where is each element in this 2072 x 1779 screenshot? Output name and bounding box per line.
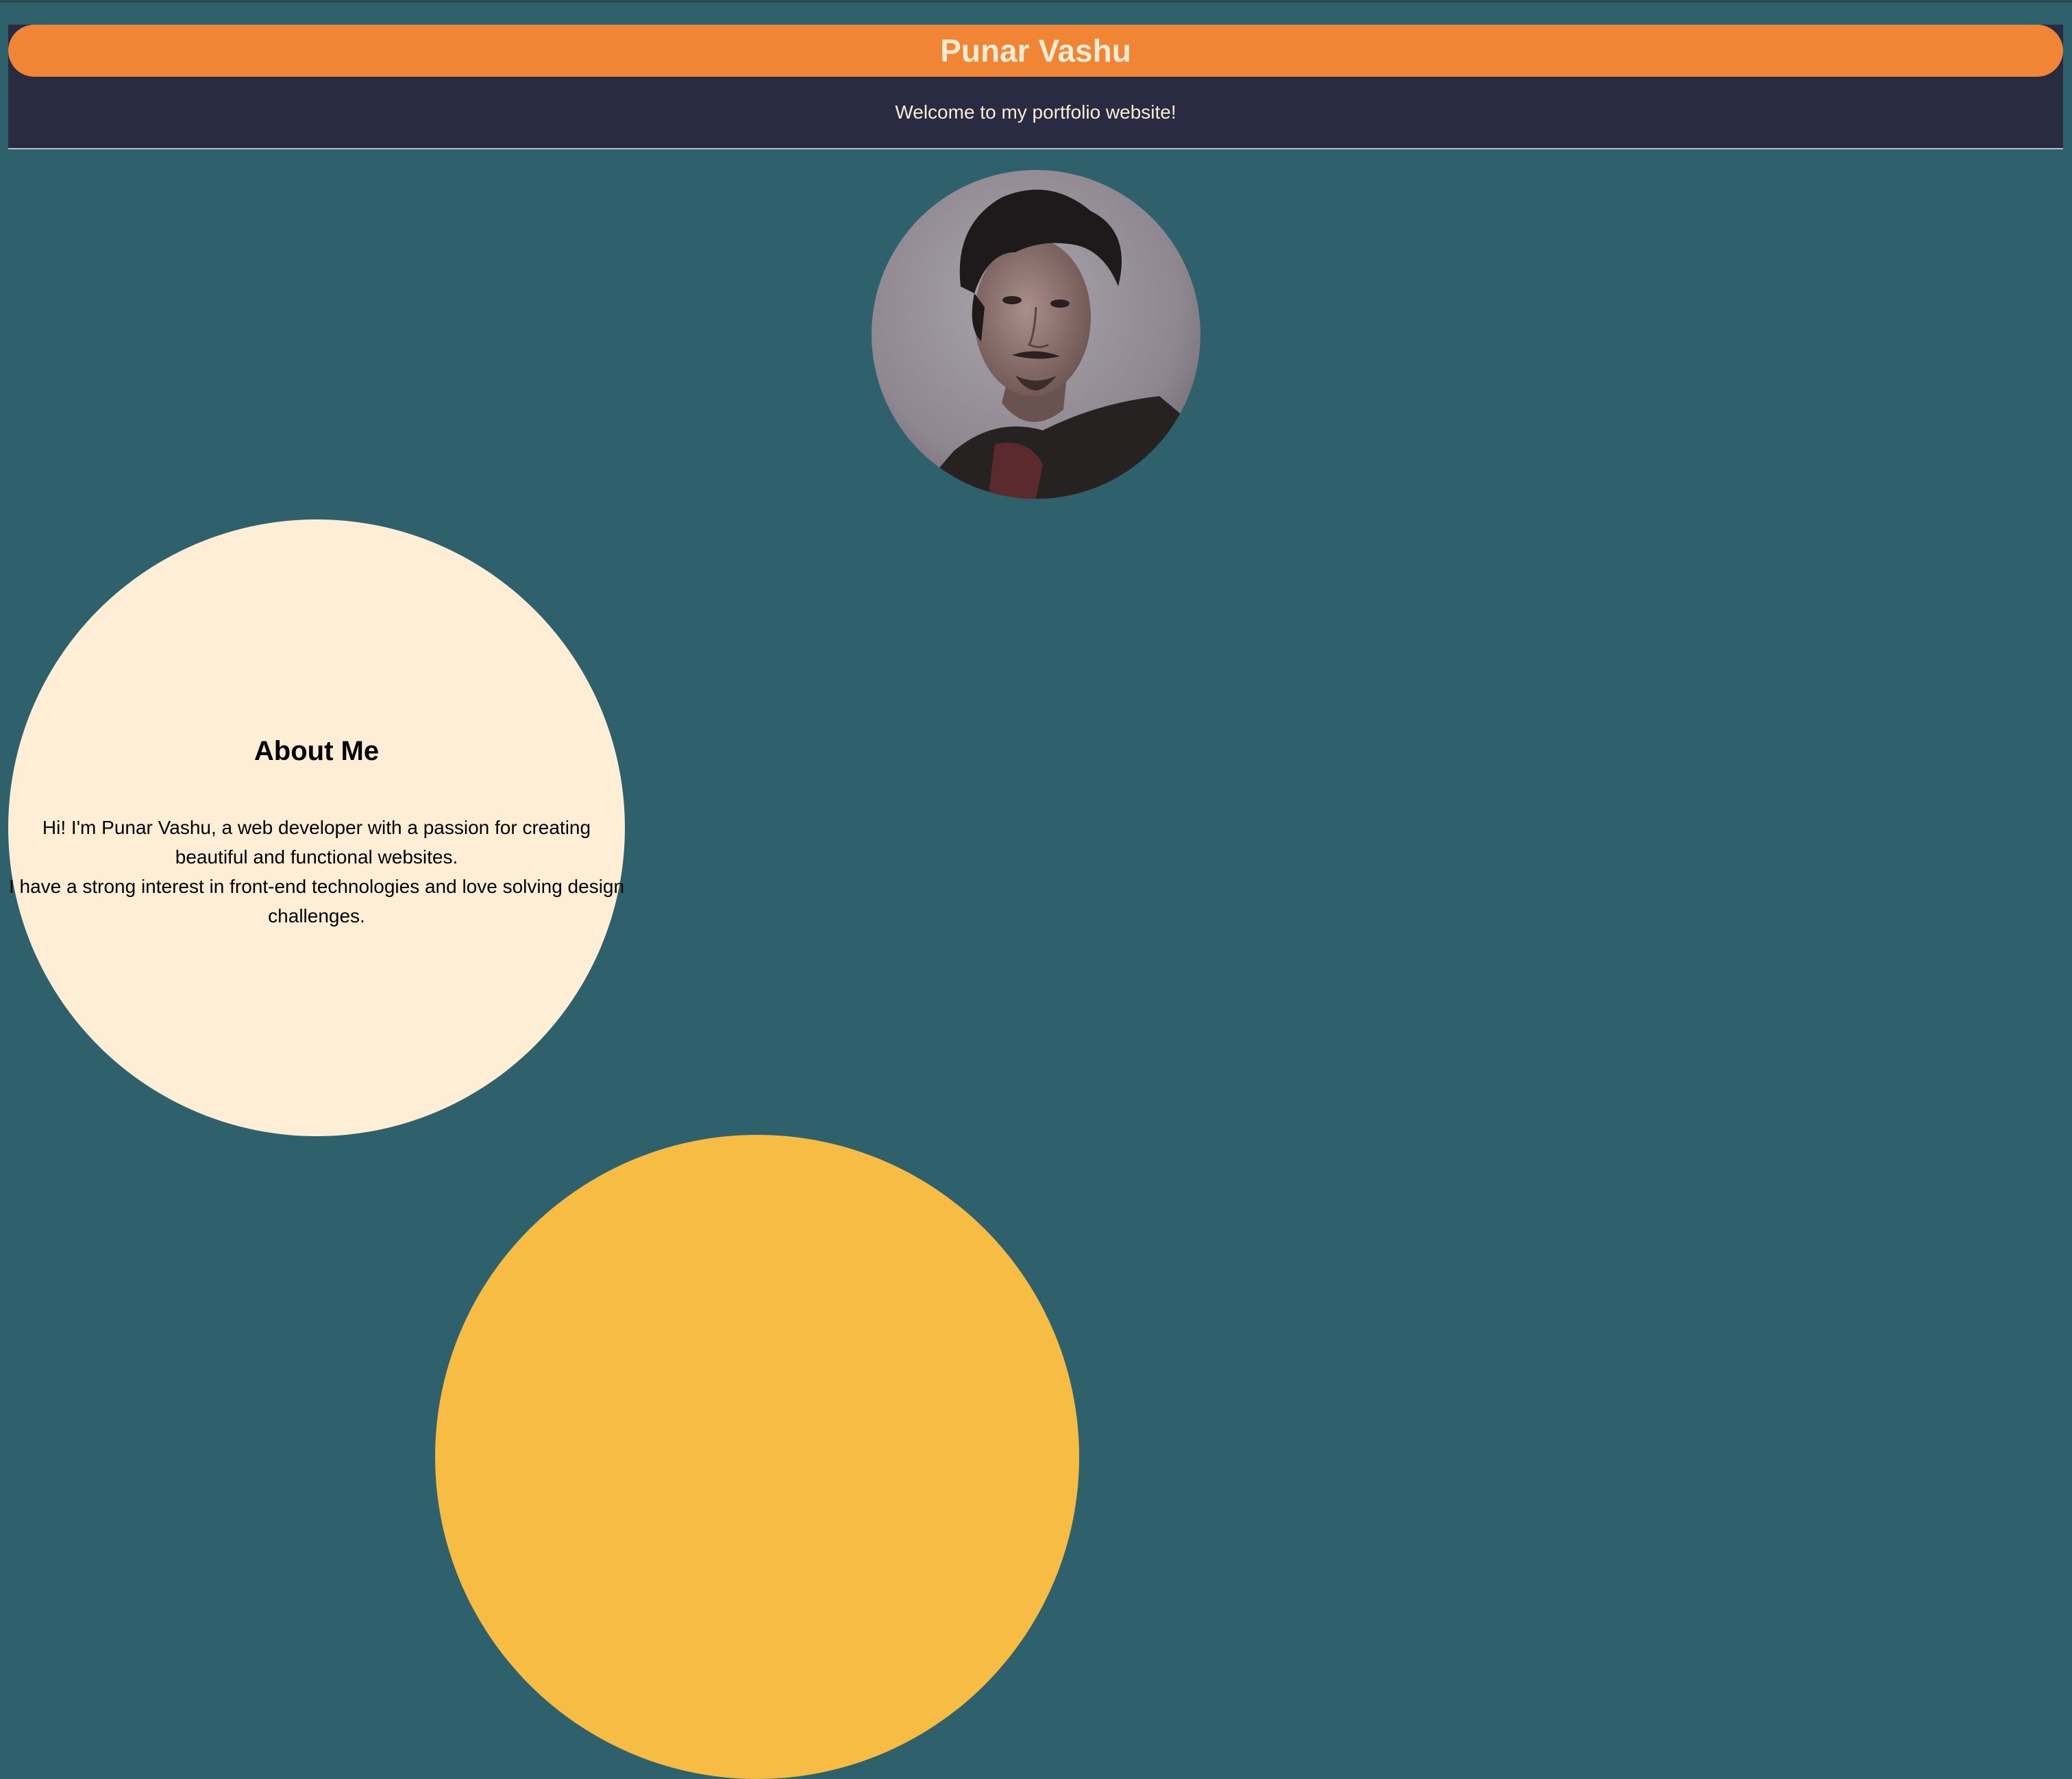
site-title: Punar Vashu: [940, 33, 1131, 69]
about-line-2: I have a strong interest in front-end te…: [8, 876, 625, 927]
site-header: Punar Vashu Welcome to my portfolio webs…: [8, 25, 2063, 149]
about-heading: About Me: [254, 736, 380, 766]
profile-photo: [872, 170, 1200, 499]
decorative-circle: [435, 1135, 1079, 1779]
top-edge: [0, 0, 2072, 3]
about-line-1: Hi! I'm Punar Vashu, a web developer wit…: [42, 817, 591, 868]
about-section: About Me Hi! I'm Punar Vashu, a web deve…: [8, 519, 625, 1136]
profile-photo-image: [872, 170, 1200, 499]
title-bar: Punar Vashu: [8, 25, 2063, 77]
about-text: Hi! I'm Punar Vashu, a web developer wit…: [8, 813, 625, 931]
site-tagline: Welcome to my portfolio website!: [895, 101, 1176, 123]
